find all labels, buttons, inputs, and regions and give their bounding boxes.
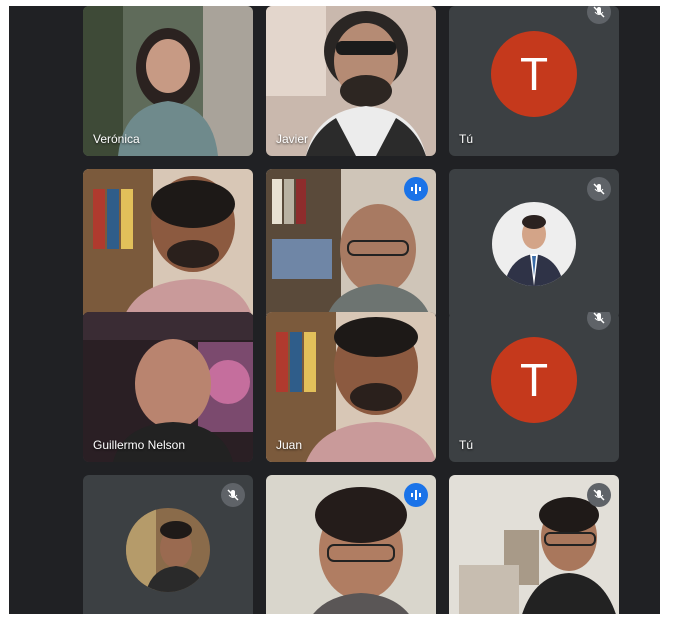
participant-name: Javier xyxy=(276,132,309,146)
right-frame-edge xyxy=(660,0,688,619)
avatar-initial: T xyxy=(519,48,549,100)
meeting-grid: Verónica Javier T Tú Guillermo Nelson Ju… xyxy=(9,6,671,614)
mic-off-icon xyxy=(587,483,611,507)
participant-tile-juan[interactable]: Juan xyxy=(266,312,436,462)
participant-tile-row2-left[interactable] xyxy=(83,169,253,319)
video-feed xyxy=(83,169,253,319)
participant-tile-veronica[interactable]: Verónica xyxy=(83,6,253,156)
participant-tile-guillermo[interactable]: Guillermo Nelson xyxy=(83,312,253,462)
participant-tile-javier[interactable]: Javier xyxy=(266,6,436,156)
mic-off-icon xyxy=(587,312,611,330)
participant-tile-row4-right[interactable] xyxy=(449,475,619,614)
avatar xyxy=(492,202,576,286)
participant-name: Tú xyxy=(459,438,474,452)
participant-name: Tú xyxy=(459,132,474,146)
avatar-initial: T xyxy=(519,354,549,406)
participant-name: Verónica xyxy=(93,132,140,146)
avatar: T xyxy=(491,31,577,117)
participant-tile-row2-right[interactable] xyxy=(449,169,619,319)
avatar xyxy=(126,508,210,592)
mic-off-icon xyxy=(221,483,245,507)
participant-name: Guillermo Nelson xyxy=(93,438,186,452)
audio-level-icon xyxy=(404,177,428,201)
participant-tile-row4-middle[interactable] xyxy=(266,475,436,614)
left-frame-edge xyxy=(0,0,9,318)
participant-tile-self-duplicate[interactable]: T Tú xyxy=(449,312,619,462)
participant-tile-row2-middle[interactable] xyxy=(266,169,436,319)
participant-tile-self[interactable]: T Tú xyxy=(449,6,619,156)
mic-off-icon xyxy=(587,177,611,201)
participant-tile-row4-left[interactable] xyxy=(83,475,253,614)
audio-level-icon xyxy=(404,483,428,507)
participant-name: Juan xyxy=(276,438,303,452)
avatar: T xyxy=(491,337,577,423)
mic-off-icon xyxy=(587,6,611,24)
